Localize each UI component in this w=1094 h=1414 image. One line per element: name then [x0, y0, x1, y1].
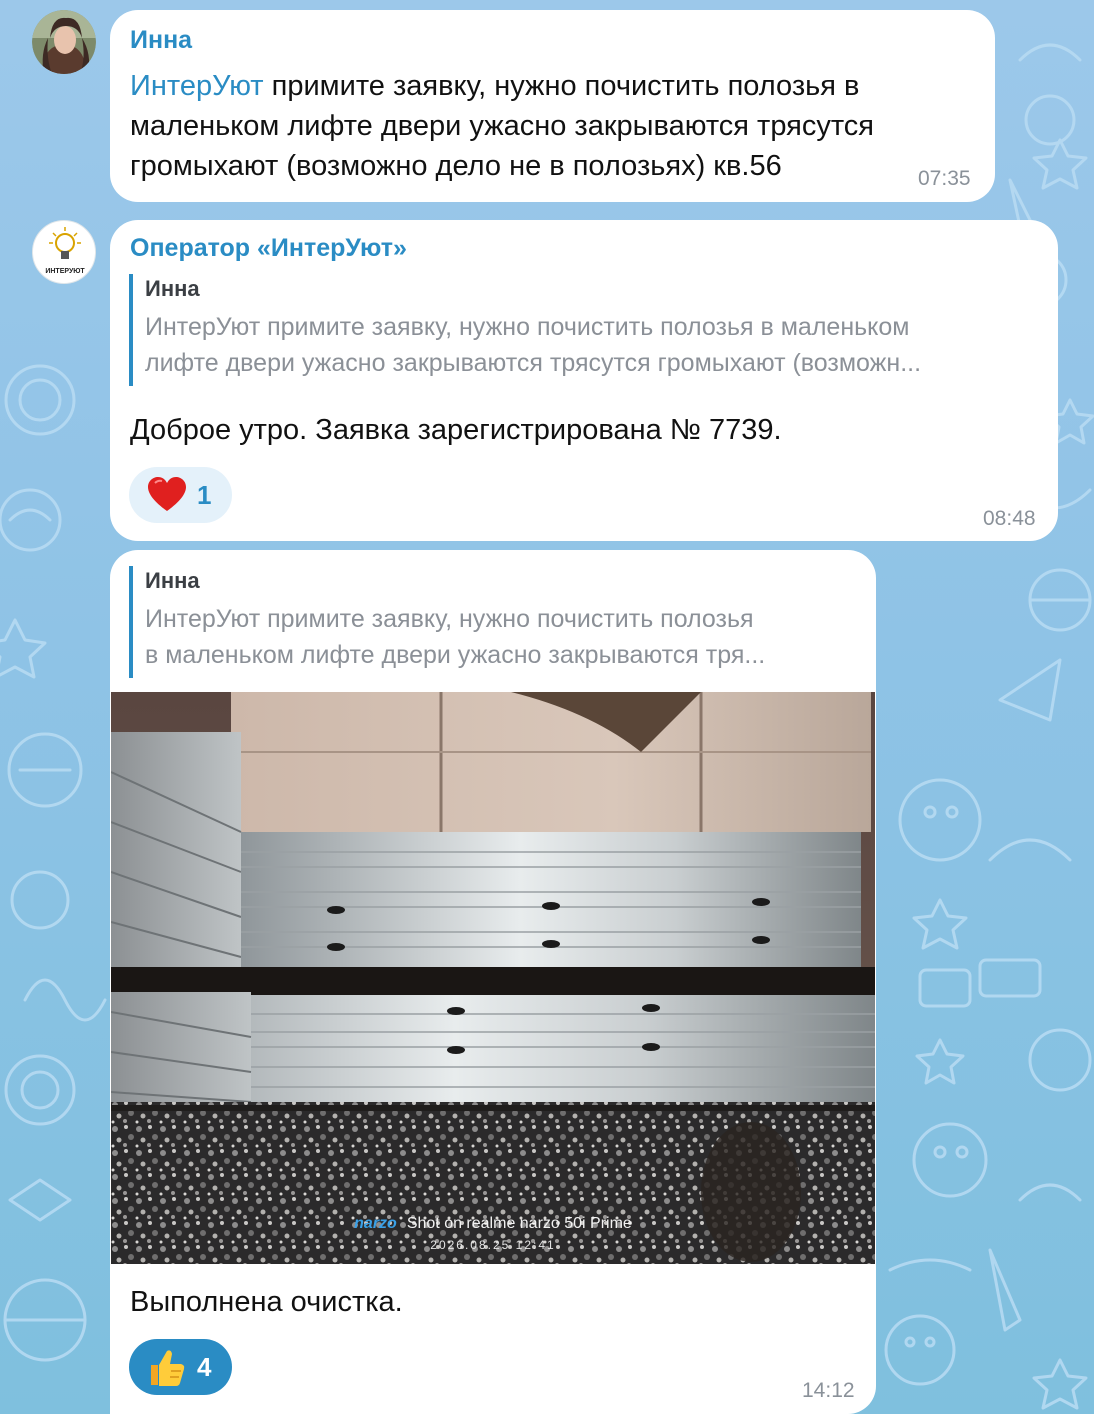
reply-text: ИнтерУют примите заявку, нужно почистить…: [145, 309, 921, 381]
watermark-text: Shot on realme narzo 50i Prime: [406, 1215, 632, 1232]
message-text: Доброе утро. Заявка зарегистрирована № 7…: [130, 414, 782, 446]
message-time: 07:35: [918, 167, 971, 190]
reaction-button[interactable]: 4: [129, 1339, 232, 1395]
message-text: Выполнена очистка.: [130, 1286, 403, 1318]
reply-text: ИнтерУют примите заявку, нужно почистить…: [145, 601, 765, 673]
attached-photo[interactable]: narzo Shot on realme narzo 50i Prime 2026…: [111, 692, 875, 1264]
heart-icon: [148, 477, 186, 511]
avatar-inna[interactable]: [32, 10, 96, 74]
reply-line: в маленьком лифте двери ужасно закрывают…: [145, 641, 766, 669]
photo-watermark-date: 2026.08.25 12:41: [430, 1238, 556, 1252]
sender-name[interactable]: Инна: [130, 26, 192, 55]
elevator-rails-photo: [111, 692, 875, 1264]
reply-sender: Инна: [145, 568, 200, 593]
lightbulb-logo-icon: ИНТЕРУЮТ: [45, 227, 85, 275]
photo-watermark: narzo Shot on realme narzo 50i Prime: [111, 1215, 875, 1233]
reaction-count: 1: [197, 479, 212, 510]
message-line: маленьком лифте двери ужасно закрываются…: [130, 110, 875, 142]
reply-quote[interactable]: Инна ИнтерУют примите заявку, нужно почи…: [129, 566, 765, 678]
reaction-count: 4: [197, 1351, 212, 1382]
message-time: 08:48: [983, 507, 1036, 530]
user-photo-icon: [32, 10, 96, 74]
mention-link[interactable]: ИнтерУют: [130, 70, 264, 102]
reply-line: лифте двери ужасно закрываются трясутся …: [145, 349, 922, 377]
sender-name[interactable]: Оператор «ИнтерУют»: [130, 234, 407, 263]
message-line: громыхают (возможно дело не в полозьях) …: [130, 150, 782, 182]
reply-quote[interactable]: Инна ИнтерУют примите заявку, нужно почи…: [129, 274, 921, 386]
logo-text: ИНТЕРУЮТ: [45, 268, 85, 275]
watermark-brand: narzo: [354, 1215, 397, 1232]
message-line: примите заявку, нужно почистить полозья …: [263, 70, 860, 102]
message-time: 14:12: [802, 1379, 855, 1402]
reply-line: ИнтерУют примите заявку, нужно почистить…: [145, 605, 754, 633]
thumbs-up-icon: [151, 1350, 185, 1386]
reply-sender: Инна: [145, 276, 200, 301]
avatar-operator[interactable]: ИНТЕРУЮТ: [32, 220, 96, 284]
message-text: ИнтерУют примите заявку, нужно почистить…: [130, 66, 980, 186]
reaction-button[interactable]: 1: [129, 467, 232, 523]
reply-line: ИнтерУют примите заявку, нужно почистить…: [145, 313, 910, 341]
